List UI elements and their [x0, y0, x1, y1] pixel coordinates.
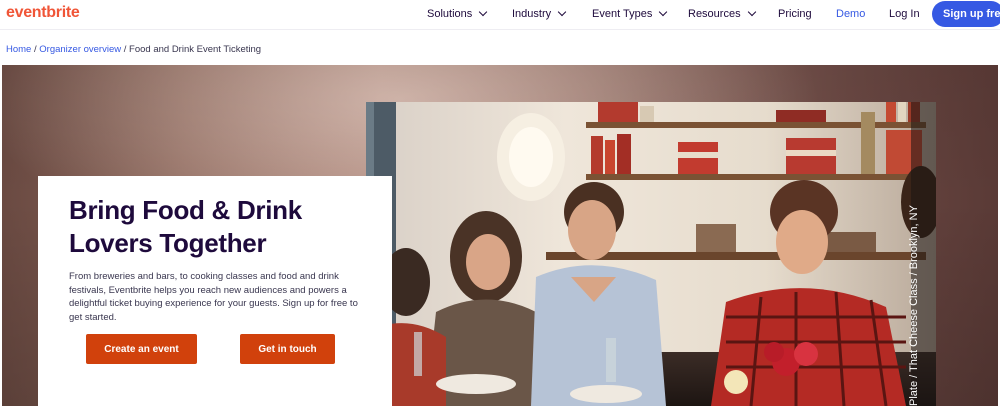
sign-up-button[interactable]: Sign up free	[932, 1, 1000, 27]
nav-event-types[interactable]: Event Types	[592, 7, 668, 20]
chevron-down-icon	[659, 7, 668, 17]
breadcrumb-current: Food and Drink Event Ticketing	[129, 44, 262, 55]
breadcrumb-home[interactable]: Home	[6, 44, 31, 55]
breadcrumb-organizer-overview[interactable]: Organizer overview	[39, 44, 121, 55]
top-navbar: eventbrite Solutions Industry Event Type…	[0, 0, 1000, 30]
nav-log-in[interactable]: Log In	[889, 8, 920, 20]
breadcrumb-separator: /	[121, 44, 130, 55]
nav-event-types-label: Event Types	[592, 8, 653, 20]
chevron-down-icon	[479, 7, 488, 17]
photo-credit: Plate / That Cheese Class / Brooklyn, NY	[908, 205, 920, 406]
create-event-button[interactable]: Create an event	[86, 334, 197, 364]
get-in-touch-button[interactable]: Get in touch	[240, 334, 335, 364]
nav-solutions-label: Solutions	[427, 8, 473, 20]
hero-card: Bring Food & Drink Lovers Together From …	[38, 176, 392, 406]
dinner-party-image	[366, 102, 936, 406]
chevron-down-icon	[747, 7, 756, 17]
nav-resources[interactable]: Resources	[688, 7, 756, 20]
nav-industry[interactable]: Industry	[512, 7, 567, 20]
breadcrumb: Home / Organizer overview / Food and Dri…	[6, 44, 261, 55]
nav-solutions[interactable]: Solutions	[427, 7, 488, 20]
chevron-down-icon	[557, 7, 567, 17]
hero-description: From breweries and bars, to cooking clas…	[69, 271, 358, 323]
hero-title: Bring Food & Drink Lovers Together	[69, 195, 302, 258]
nav-demo[interactable]: Demo	[836, 8, 865, 20]
hero-photo	[366, 102, 936, 406]
eventbrite-logo[interactable]: eventbrite	[6, 4, 80, 22]
nav-resources-label: Resources	[688, 8, 741, 20]
nav-industry-label: Industry	[512, 8, 552, 20]
nav-pricing[interactable]: Pricing	[778, 8, 812, 20]
